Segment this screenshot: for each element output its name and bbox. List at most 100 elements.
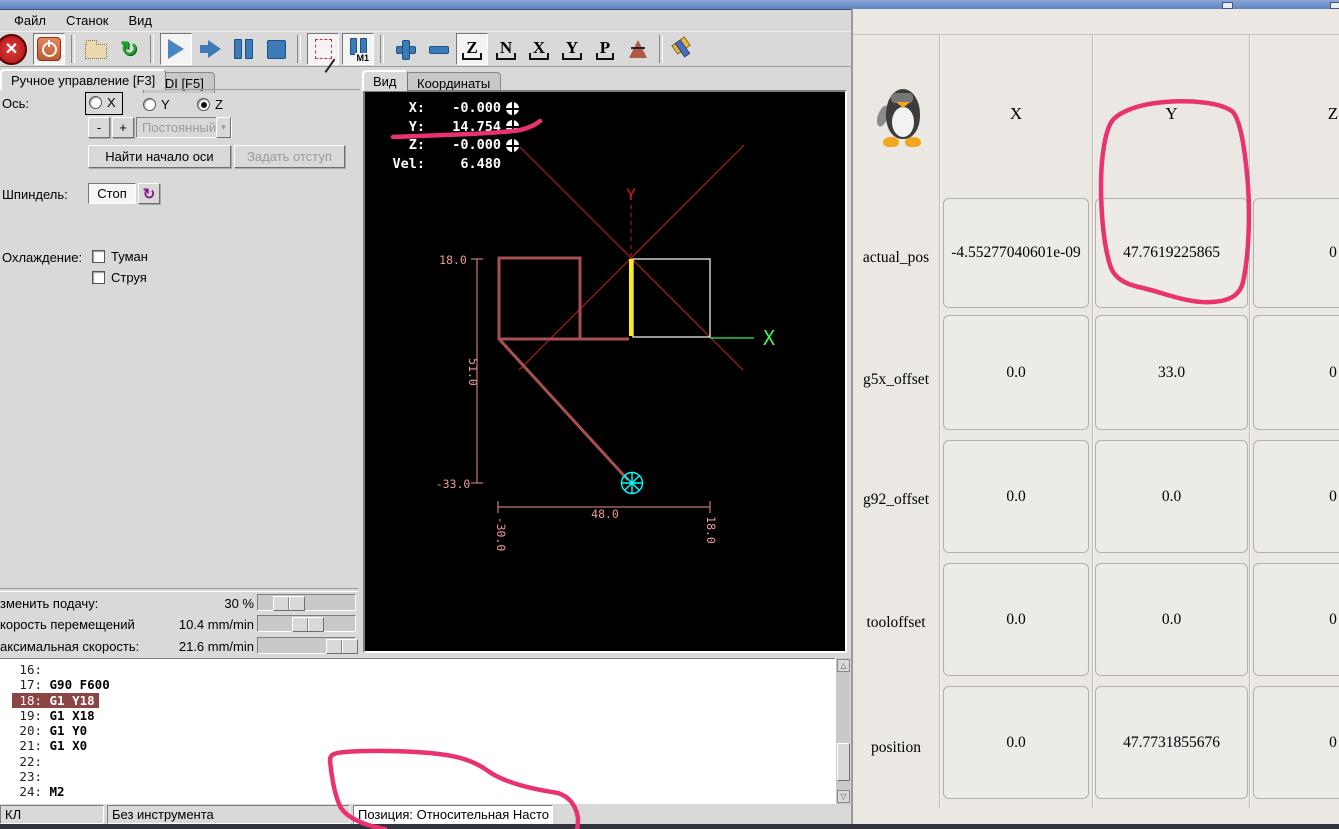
feed-override-row: зменить подачу: 30 %	[0, 594, 358, 613]
dro-readout: X: -0.000 Y: 14.754 Z: -0.000 Vel: 6.480	[377, 99, 521, 173]
flood-checkbox[interactable]: Струя	[92, 270, 147, 285]
stop-button[interactable]	[261, 34, 291, 64]
step-button[interactable]	[195, 34, 225, 64]
tab-preview[interactable]: Вид	[362, 70, 408, 91]
window-close-icon[interactable]	[1330, 2, 1339, 9]
spindle-label: Шпиндель:	[2, 187, 68, 202]
radio-axis-z[interactable]: Z	[197, 97, 223, 112]
gcode-line: 22:	[19, 753, 42, 769]
row-label: g92_offset	[862, 491, 929, 508]
reload-button[interactable]: ↻	[114, 34, 144, 64]
radio-axis-y[interactable]: Y	[143, 97, 170, 112]
rotate-view-button[interactable]	[623, 34, 653, 64]
step-icon	[199, 40, 221, 58]
slider-thumb[interactable]	[326, 639, 358, 654]
cell-position-z: 0	[1253, 686, 1339, 799]
coolant-label: Охлаждение:	[2, 250, 83, 265]
open-folder-icon	[85, 39, 107, 59]
max-velocity-slider[interactable]	[257, 637, 358, 654]
home-axis-button[interactable]: Найти начало оси	[88, 145, 231, 168]
menu-view[interactable]: Вид	[119, 11, 163, 30]
clear-plot-button[interactable]	[669, 34, 699, 64]
toolbar-separator	[297, 35, 301, 63]
view-x-button[interactable]: X	[524, 34, 554, 64]
jog-speed-slider[interactable]	[257, 615, 356, 632]
reload-icon: ↻	[120, 37, 138, 61]
menu-file[interactable]: Файл	[4, 11, 56, 30]
dim-top: 18.0	[439, 253, 467, 267]
view-p-icon: P	[595, 38, 615, 60]
cell-g5x-y: 33.0	[1095, 315, 1248, 430]
row-label: actual_pos	[862, 249, 930, 266]
toolbar-separator	[71, 35, 75, 63]
skip-lines-toggle[interactable]	[307, 33, 339, 65]
gcode-line-current: 18: G1 Y18	[0, 692, 835, 708]
gcode-listing[interactable]: 16: 17: G90 F600 18: G1 Y18 19: G1 X18 2…	[0, 658, 835, 804]
dim-left: -30.0	[494, 517, 508, 552]
scroll-thumb[interactable]	[837, 743, 850, 781]
feed-override-slider[interactable]	[257, 594, 356, 611]
jog-speed-row: корость перемещений 10.4 mm/min	[0, 615, 358, 634]
slider-thumb[interactable]	[273, 596, 305, 611]
column-separator	[1249, 35, 1250, 808]
pause-button[interactable]	[228, 34, 258, 64]
touch-off-button[interactable]: Задать отступ	[234, 145, 345, 168]
zoom-out-button[interactable]	[423, 34, 453, 64]
window-minimize-icon[interactable]	[1222, 2, 1233, 9]
cell-actual-pos-y: 47.7619225865	[1095, 198, 1248, 308]
zoom-in-button[interactable]	[390, 34, 420, 64]
gcode-line: 23:	[19, 769, 42, 785]
dro-vel-value: 6.480	[460, 155, 501, 172]
view-p-button[interactable]: P	[590, 34, 620, 64]
tool-marker-icon	[620, 471, 644, 495]
run-button[interactable]	[160, 33, 192, 65]
mist-checkbox[interactable]: Туман	[92, 249, 148, 264]
open-file-button[interactable]	[81, 34, 111, 64]
rotate-cone-icon	[629, 40, 647, 58]
optional-pause-toggle[interactable]: M1	[342, 33, 374, 65]
preview-plot[interactable]: Y X 18.0 51.0 -33.0 48.0 -30.0 18.0 X: -…	[363, 90, 847, 653]
jog-increment-value: Постоянный	[142, 120, 217, 135]
gcode-line: 17: G90 F600	[19, 677, 110, 693]
gcode-scrollbar[interactable]: △ ▽	[835, 658, 850, 804]
cell-tooloffset-x: 0.0	[943, 563, 1089, 676]
jog-increment-combo[interactable]: Постоянный ▾	[136, 117, 232, 138]
jog-plus-button[interactable]: +	[112, 117, 134, 138]
cell-tooloffset-z: 0	[1253, 563, 1339, 676]
view-z-button[interactable]: Z	[456, 33, 488, 65]
plot-x-axis-label: X	[763, 326, 775, 350]
view-z2-button[interactable]: N	[491, 34, 521, 64]
estop-icon: ✕	[0, 33, 27, 65]
spindle-turn-button[interactable]: ↻	[138, 183, 160, 204]
checkbox-icon	[92, 250, 105, 263]
max-velocity-label: аксимальная скорость:	[0, 639, 140, 654]
menu-machine[interactable]: Станок	[56, 11, 119, 30]
scroll-down-icon[interactable]: ▽	[837, 790, 850, 803]
cell-actual-pos-z: 0	[1253, 198, 1339, 308]
dim-height: 51.0	[466, 358, 480, 386]
column-separator	[1092, 35, 1093, 808]
cell-g92-x: 0.0	[943, 440, 1089, 553]
slider-thumb[interactable]	[292, 617, 324, 632]
tux-penguin-icon	[874, 85, 929, 147]
stop-icon	[266, 39, 286, 59]
bottom-edge	[0, 824, 1339, 829]
homed-icon	[504, 118, 521, 136]
view-y-button[interactable]: Y	[557, 34, 587, 64]
gcode-line: 24: M2	[19, 784, 65, 800]
power-icon	[37, 37, 61, 61]
dro-z-label: Z:	[408, 137, 425, 153]
cell-position-x: 0.0	[943, 686, 1089, 799]
combo-arrow-icon: ▾	[216, 117, 231, 138]
estop-button[interactable]: ✕	[0, 33, 30, 65]
status-tool: Без инструмента	[107, 805, 350, 824]
tab-manual-control[interactable]: Ручное управление [F3]	[0, 69, 167, 90]
jog-minus-button[interactable]: -	[88, 117, 110, 138]
scroll-up-icon[interactable]: △	[837, 659, 850, 672]
machine-power-button[interactable]	[33, 33, 65, 65]
radio-axis-x[interactable]: X	[85, 92, 123, 115]
header-x: X	[1009, 104, 1023, 123]
spindle-stop-button[interactable]: Стоп	[88, 183, 136, 204]
dim-bottom: -33.0	[436, 477, 471, 491]
dro-z-value: -0.000	[452, 137, 501, 153]
